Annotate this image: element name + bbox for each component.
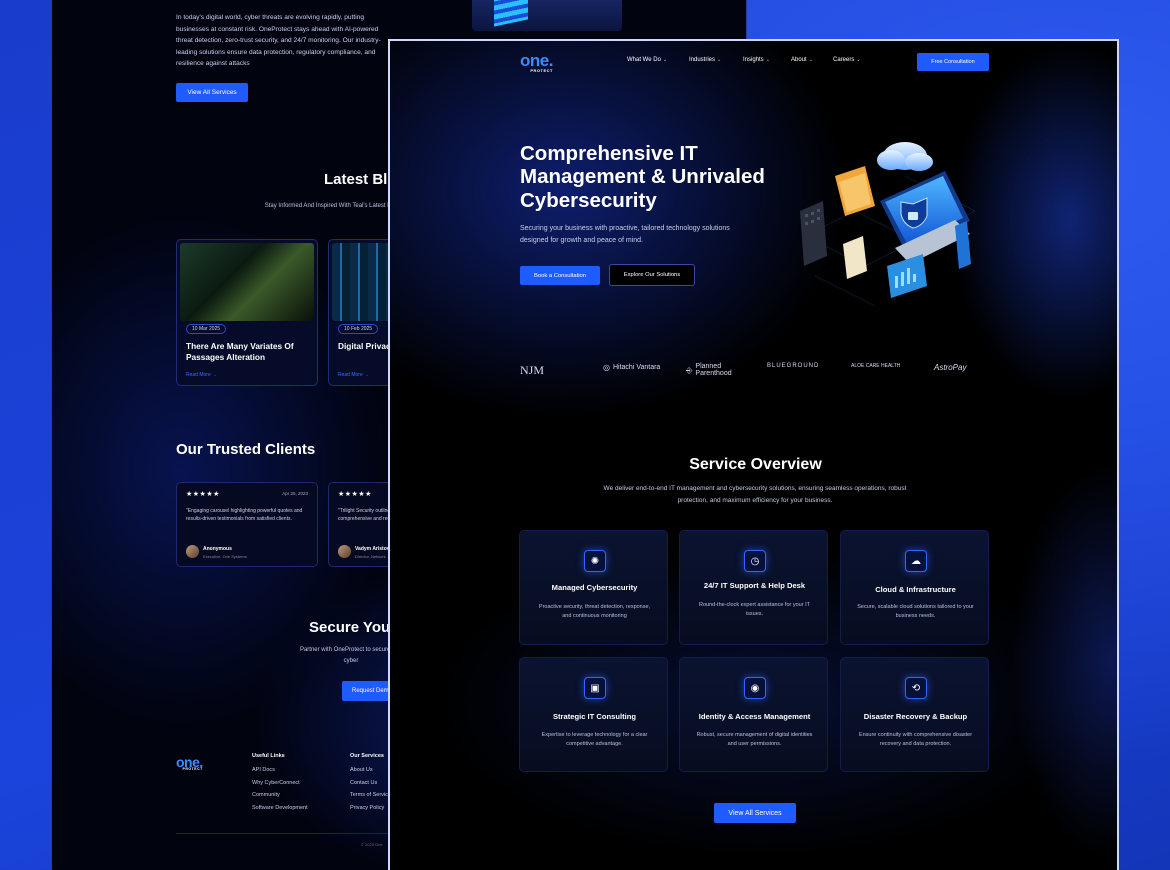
front-page-preview: one. PROTECT What We Do ⌄ Industries ⌄ Insi…: [388, 39, 1119, 870]
avatar: [186, 545, 199, 558]
footer-link[interactable]: Privacy Policy: [350, 802, 391, 814]
service-card-disaster-recovery[interactable]: ⟲ Disaster Recovery & Backup Ensure cont…: [840, 657, 989, 772]
avatar: [338, 545, 351, 558]
service-title: Identity & Access Management: [698, 712, 811, 721]
service-title: Strategic IT Consulting: [552, 712, 637, 721]
service-desc: Proactive security, threat detection, re…: [538, 604, 651, 619]
support-clock-icon: ◷: [744, 550, 766, 572]
testimonial-name: Vadym Aristov: [355, 546, 390, 552]
fingerprint-icon: ◉: [744, 677, 766, 699]
client-logo-njm: NJM: [520, 363, 545, 377]
service-card-cloud[interactable]: ☁ Cloud & Infrastructure Secure, scalabl…: [840, 530, 989, 645]
services-title: Service Overview: [689, 456, 822, 473]
read-more-link[interactable]: Read More →: [186, 372, 217, 378]
client-logo-aloe: ALOE CARE HEALTH: [851, 363, 901, 369]
blog-card[interactable]: 10 Mar 2025 There Are Many Variates Of P…: [176, 239, 318, 386]
service-desc: Secure, scalable cloud solutions tailore…: [857, 604, 974, 619]
clients-title: Our Trusted Clients: [176, 441, 316, 458]
service-card-consulting[interactable]: ▣ Strategic IT Consulting Expertise to l…: [519, 657, 668, 772]
blog-title: There Are Many Variates Of Passages Alte…: [186, 341, 294, 362]
services-subtitle: We deliver end-to-end IT management and …: [603, 485, 907, 505]
footer-logo[interactable]: one. PROTECT: [176, 754, 203, 771]
testimonial-date: Apr 25, 2023: [282, 491, 308, 496]
service-title: Cloud & Infrastructure: [875, 585, 956, 594]
server-illustration: [472, 0, 622, 31]
footer-link[interactable]: Contact Us: [350, 777, 391, 789]
explore-solutions-button[interactable]: Explore Our Solutions: [609, 264, 695, 286]
view-all-services-button[interactable]: View All Services: [714, 803, 796, 823]
footer-link[interactable]: About Us: [350, 764, 391, 776]
book-consultation-button[interactable]: Book a Consultation: [520, 266, 600, 285]
nav-what-we-do[interactable]: What We Do ⌄: [627, 57, 667, 63]
hero-title: Comprehensive IT Management & Unrivaled …: [520, 142, 765, 212]
free-consultation-button[interactable]: Free Consultation: [917, 53, 989, 71]
backup-icon: ⟲: [905, 677, 927, 699]
nav-about[interactable]: About ⌄: [791, 57, 813, 63]
client-logo-planned-parenthood: ⎆ Planned Parenthood: [686, 363, 732, 377]
service-desc: Round-the-clock expert assistance for yo…: [699, 602, 810, 617]
client-logo-astropay: AstroPay: [934, 363, 967, 372]
virus-icon: ✺: [584, 550, 606, 572]
footer-link[interactable]: Software Development: [252, 802, 308, 814]
hitachi-logo-icon: ◎: [603, 363, 610, 372]
chevron-down-icon: ⌄: [856, 57, 861, 63]
service-card-it-support[interactable]: ◷ 24/7 IT Support & Help Desk Round-the-…: [679, 530, 828, 645]
testimonial-card: ★★★★★ Apr 25, 2023 "Engaging carousel hi…: [176, 482, 318, 567]
copyright: © 2025 One: [361, 842, 383, 847]
rating-stars: ★★★★★: [186, 491, 220, 498]
chevron-down-icon: ⌄: [808, 57, 813, 63]
footer-link[interactable]: Community: [252, 789, 308, 801]
chevron-down-icon: ⌄: [765, 57, 770, 63]
pp-logo-icon: ⎆: [686, 365, 693, 375]
hero-subtitle: Securing your business with proactive, t…: [520, 225, 730, 245]
strategy-icon: ▣: [584, 677, 606, 699]
client-logo-blueground: BLUEGROUND: [767, 363, 820, 369]
service-card-identity[interactable]: ◉ Identity & Access Management Robust, s…: [679, 657, 828, 772]
testimonial-role: Director, Network: [355, 554, 386, 559]
useful-links-column: Useful Links API Docs Why CyberConnect C…: [252, 750, 308, 814]
nav-careers[interactable]: Careers ⌄: [833, 57, 861, 63]
service-title: 24/7 IT Support & Help Desk: [703, 581, 806, 590]
blog-date: 10 Feb 2025: [338, 324, 379, 334]
chevron-down-icon: ⌄: [662, 57, 668, 63]
services-column: Our Services About Us Contact Us Terms o…: [350, 750, 391, 814]
footer-link[interactable]: Why CyberConnect: [252, 777, 308, 789]
testimonial-name: Anonymous: [203, 546, 232, 552]
client-logo-hitachi: ◎ Hitachi Vantara: [603, 363, 661, 372]
service-title: Disaster Recovery & Backup: [863, 712, 968, 721]
chevron-down-icon: ⌄: [717, 57, 722, 63]
blog-image: [180, 243, 314, 321]
intro-paragraph: In today's digital world, cyber threats …: [176, 14, 381, 68]
view-all-services-button[interactable]: View All Services: [176, 83, 248, 102]
service-desc: Expertise to leverage technology for a c…: [541, 732, 648, 747]
nav-insights[interactable]: Insights ⌄: [743, 57, 770, 63]
site-logo[interactable]: one. PROTECT: [520, 51, 553, 73]
service-desc: Robust, secure management of digital ide…: [696, 732, 813, 747]
read-more-link[interactable]: Read More →: [338, 372, 369, 378]
service-card-managed-cybersecurity[interactable]: ✺ Managed Cybersecurity Proactive securi…: [519, 530, 668, 645]
security-illustration: [800, 142, 976, 307]
footer-link[interactable]: Terms of Service: [350, 789, 391, 801]
nav-industries[interactable]: Industries ⌄: [689, 57, 721, 63]
cloud-icon: ☁: [905, 550, 927, 572]
footer-link[interactable]: API Docs: [252, 764, 308, 776]
service-title: Managed Cybersecurity: [551, 583, 638, 592]
testimonial-role: Executive, One Systems: [203, 554, 247, 559]
blog-date: 10 Mar 2025: [186, 324, 227, 334]
testimonial-quote: "Engaging carousel highlighting powerful…: [186, 508, 303, 522]
service-desc: Ensure continuity with comprehensive dis…: [858, 732, 973, 747]
rating-stars: ★★★★★: [338, 491, 372, 498]
